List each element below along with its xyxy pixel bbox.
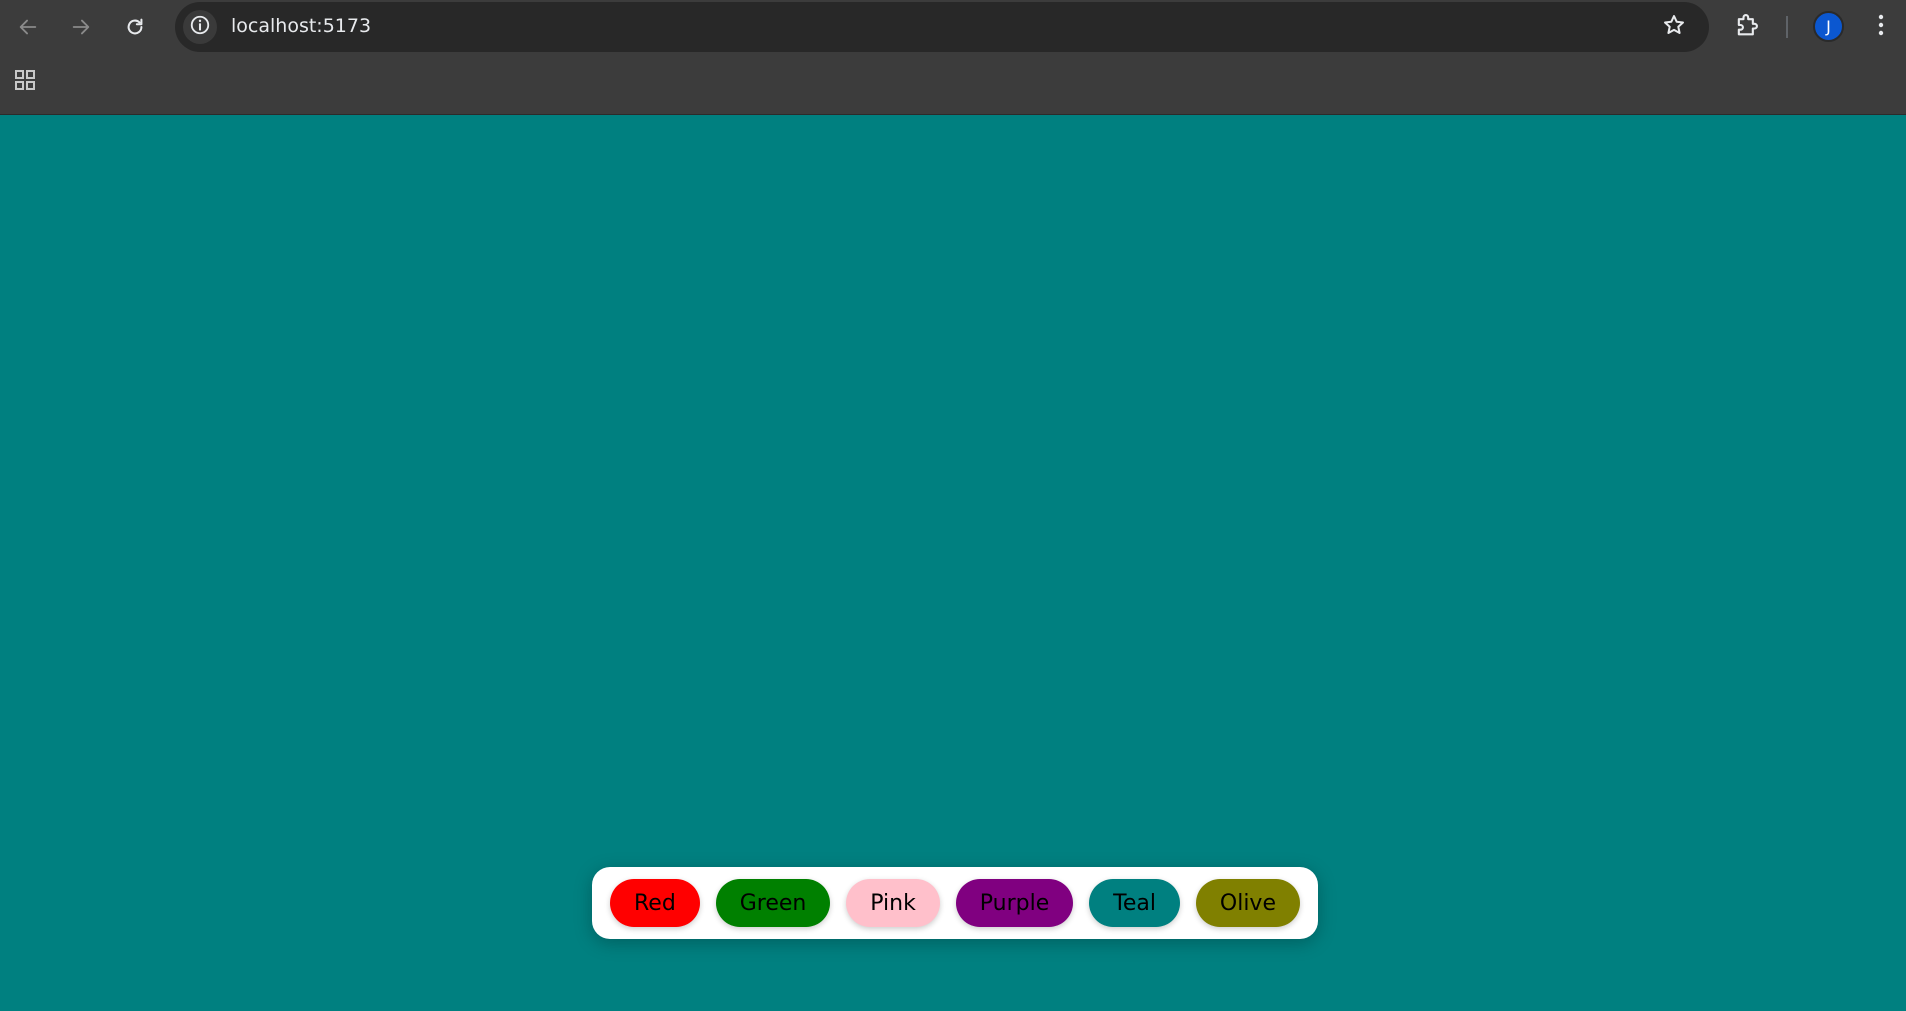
star-icon (1662, 13, 1686, 41)
color-button-teal[interactable]: Teal (1089, 879, 1180, 927)
puzzle-icon (1733, 11, 1761, 43)
reload-button[interactable] (118, 10, 152, 44)
arrow-right-icon (70, 16, 92, 38)
info-icon (189, 14, 211, 40)
profile-avatar[interactable]: J (1813, 11, 1844, 42)
apps-grid-icon (13, 68, 37, 96)
extensions-button[interactable] (1732, 12, 1762, 42)
arrow-left-icon (17, 16, 39, 38)
kebab-menu-icon (1877, 13, 1885, 41)
color-button-purple[interactable]: Purple (955, 879, 1074, 927)
color-button-green[interactable]: Green (715, 879, 831, 927)
url-text[interactable]: localhost:5173 (231, 15, 371, 37)
address-bar[interactable]: localhost:5173 (175, 2, 1709, 52)
browser-chrome: localhost:5173 J (0, 0, 1906, 114)
site-info-button[interactable] (183, 10, 217, 44)
back-button[interactable] (11, 10, 45, 44)
color-button-pink[interactable]: Pink (846, 879, 940, 927)
toolbar-divider (1786, 16, 1788, 38)
apps-shortcut-button[interactable] (10, 67, 40, 97)
color-palette-bar: Red Green Pink Purple Teal Olive (592, 867, 1318, 939)
bookmark-button[interactable] (1661, 14, 1687, 40)
browser-menu-button[interactable] (1868, 11, 1894, 43)
color-button-red[interactable]: Red (610, 879, 700, 927)
profile-initial: J (1826, 17, 1831, 36)
color-button-olive[interactable]: Olive (1195, 879, 1300, 927)
forward-button[interactable] (64, 10, 98, 44)
reload-icon (124, 16, 146, 38)
browser-toolbar: localhost:5173 J (0, 0, 1906, 53)
